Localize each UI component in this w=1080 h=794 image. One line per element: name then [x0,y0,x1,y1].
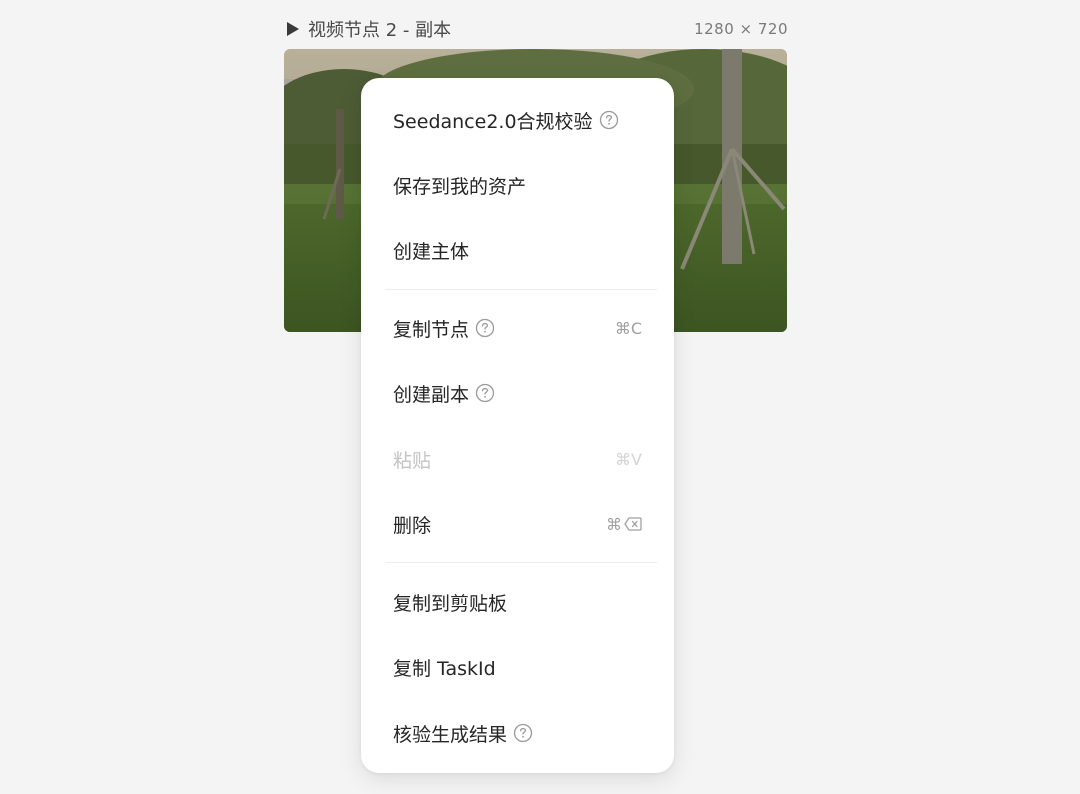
menu-item-label: 粘贴 [393,449,432,472]
menu-item-create-subject[interactable]: 创建主体 [361,220,674,280]
play-icon [286,21,300,37]
menu-item-label: 复制 TaskId [393,657,496,680]
menu-item-label: 核验生成结果 [393,723,508,746]
node-title: 视频节点 2 - 副本 [308,20,452,41]
help-icon[interactable] [513,723,533,743]
menu-item-label: 创建主体 [393,240,470,263]
menu-item-verify-results[interactable]: 核验生成结果 [361,703,674,763]
help-icon[interactable] [599,110,619,130]
help-icon[interactable] [475,383,495,403]
menu-item-label: 删除 [393,514,432,537]
menu-item-create-copy[interactable]: 创建副本 [361,363,674,423]
shortcut-paste: ⌘V [615,449,642,469]
command-key-glyph: ⌘ [606,514,622,534]
menu-item-label: 创建副本 [393,383,470,406]
context-menu: Seedance2.0合规校验 保存到我的资产 创建主体 复制节点 ⌘C 创建副… [361,78,674,773]
shortcut-delete: ⌘ [606,515,642,534]
shortcut-copy: ⌘C [614,318,642,338]
menu-item-label: 复制节点 [393,318,470,341]
menu-item-copy-taskid[interactable]: 复制 TaskId [361,637,674,697]
menu-divider [385,562,657,563]
menu-divider [385,289,657,290]
menu-item-copy-to-clipboard[interactable]: 复制到剪贴板 [361,572,674,632]
video-node-header: 视频节点 2 - 副本 1280 × 720 [286,16,788,42]
delete-key-icon [624,517,642,531]
menu-item-label: Seedance2.0合规校验 [393,110,593,133]
menu-item-seedance-compliance-check[interactable]: Seedance2.0合规校验 [361,90,674,150]
menu-item-copy-node[interactable]: 复制节点 ⌘C [361,298,674,358]
menu-item-label: 复制到剪贴板 [393,592,508,615]
node-title-group[interactable]: 视频节点 2 - 副本 [286,16,451,42]
help-icon[interactable] [475,318,495,338]
menu-item-paste: 粘贴 ⌘V [361,429,674,489]
node-resolution: 1280 × 720 [694,20,788,38]
menu-item-save-to-assets[interactable]: 保存到我的资产 [361,155,674,215]
menu-item-label: 保存到我的资产 [393,175,527,198]
menu-item-delete[interactable]: 删除 ⌘ [361,494,674,554]
canvas: 视频节点 2 - 副本 1280 × 720 Seedance2.0合规校验 保… [0,0,1080,794]
